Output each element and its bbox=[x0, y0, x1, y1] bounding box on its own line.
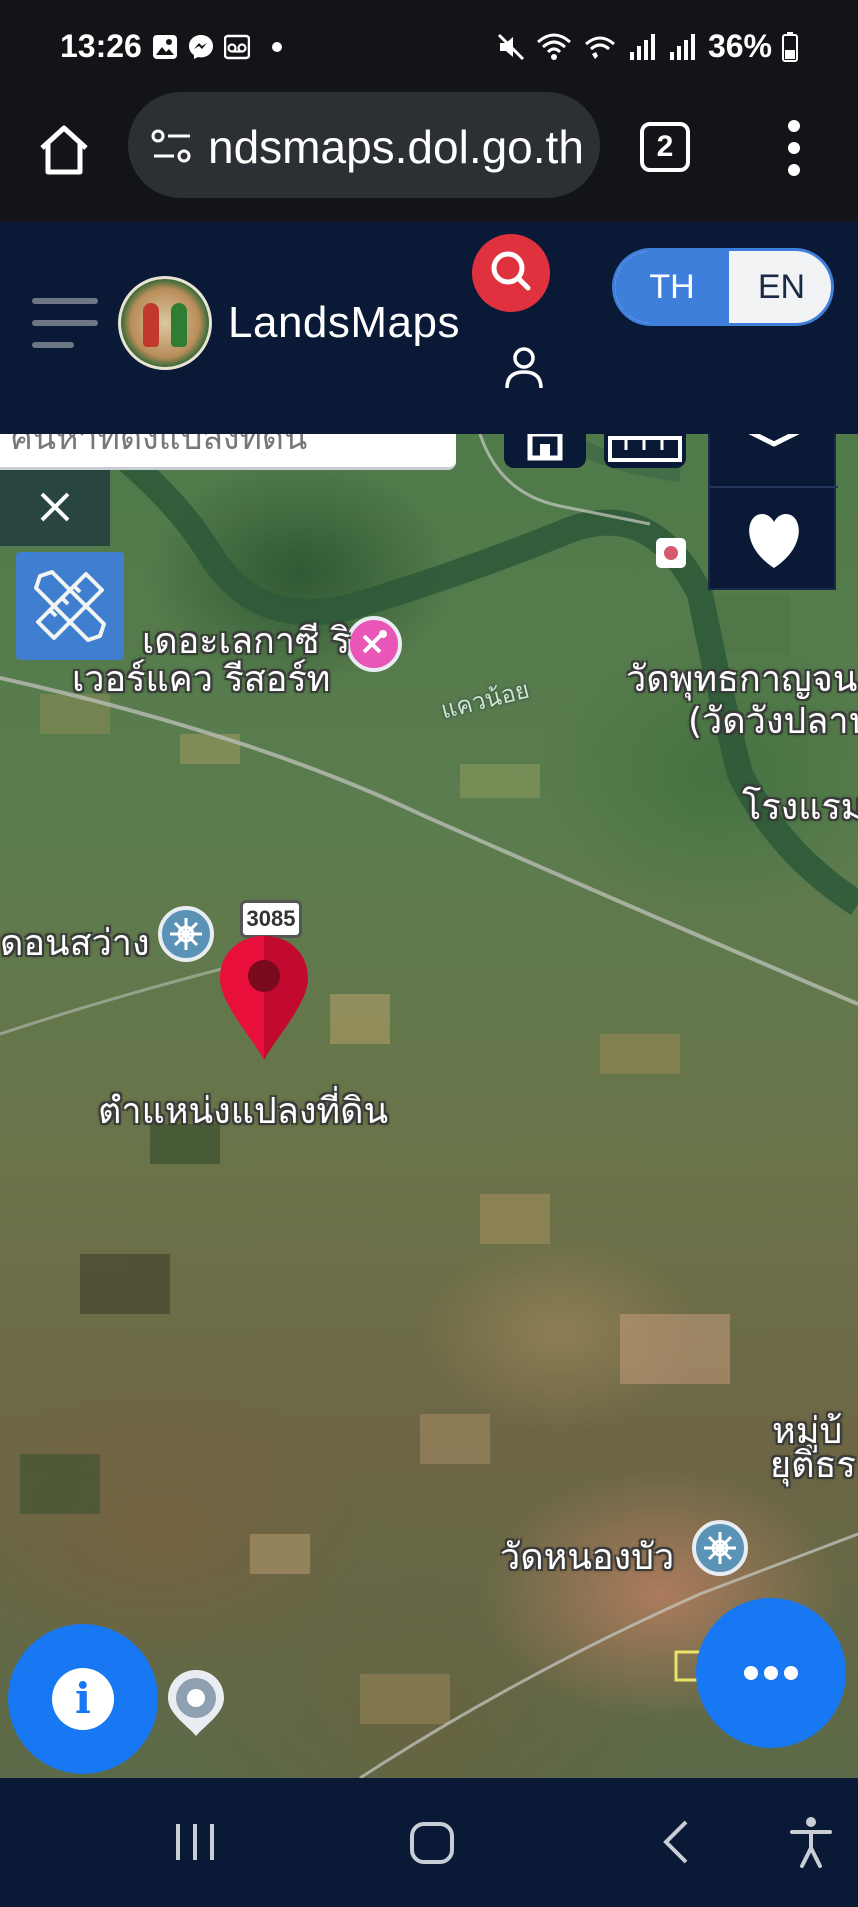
ruler-tool-button[interactable] bbox=[604, 434, 686, 468]
wifi-icon bbox=[536, 33, 571, 60]
favorites-button[interactable] bbox=[710, 488, 838, 590]
lang-th-option[interactable]: TH bbox=[615, 251, 729, 323]
parcel-location-label: ตำแหน่งแปลงที่ดิน bbox=[98, 1091, 389, 1132]
site-header: LandsMaps TH EN bbox=[0, 222, 858, 434]
back-nav-icon[interactable] bbox=[656, 1812, 696, 1872]
system-nav-bar bbox=[0, 1778, 858, 1907]
more-dot bbox=[744, 1666, 758, 1680]
status-system-icons: 36% bbox=[496, 28, 798, 65]
brand-title[interactable]: LandsMaps bbox=[228, 298, 460, 348]
battery-icon bbox=[782, 31, 798, 62]
building-layer-button[interactable] bbox=[504, 434, 586, 468]
more-dot bbox=[764, 1666, 778, 1680]
more-options-button[interactable] bbox=[696, 1598, 846, 1748]
dol-seal-logo[interactable] bbox=[118, 276, 212, 370]
village-moo-label-line2: ยุติธร bbox=[770, 1445, 856, 1486]
signal-icon-2 bbox=[669, 33, 695, 60]
parcel-search-input[interactable]: ค้นหาที่ตั้งแปลงที่ดิน bbox=[0, 434, 456, 470]
status-time: 13:26 bbox=[60, 28, 142, 64]
village-label: ดอนสว่าง bbox=[0, 923, 150, 964]
voicemail-icon bbox=[224, 34, 250, 60]
temple-s-label: วัดหนองบัว bbox=[500, 1537, 675, 1578]
menu-dot bbox=[788, 164, 800, 176]
mute-icon bbox=[497, 33, 525, 60]
messenger-icon bbox=[189, 35, 213, 59]
temple-s-poi-icon[interactable] bbox=[692, 1520, 748, 1576]
browser-menu-button[interactable] bbox=[776, 120, 812, 176]
poi-marker-icon[interactable] bbox=[166, 1668, 226, 1738]
temple-poi-icon[interactable] bbox=[158, 906, 214, 962]
search-icon bbox=[491, 251, 531, 291]
gallery-icon bbox=[153, 35, 177, 59]
more-dot bbox=[784, 1666, 798, 1680]
menu-dot bbox=[788, 120, 800, 132]
layers-button[interactable] bbox=[710, 434, 838, 486]
browser-toolbar: ndsmaps.dol.go.th 2 bbox=[0, 92, 858, 222]
ruler-icon bbox=[608, 436, 682, 462]
satellite-map[interactable]: ค้นหาที่ตั้งแปลงที่ดิน เดอะเลกาซี ริ เวอ… bbox=[0, 434, 858, 1778]
temple-ne-label-line2: (วัดวังปลาน bbox=[688, 701, 858, 742]
status-bar: 13:26 36% bbox=[0, 0, 858, 92]
close-panel-button[interactable] bbox=[0, 470, 110, 546]
measure-tool-button[interactable] bbox=[16, 552, 124, 660]
user-icon[interactable] bbox=[504, 346, 544, 390]
home-icon[interactable] bbox=[36, 122, 92, 178]
resort-poi-icon[interactable] bbox=[346, 616, 402, 672]
lang-en-option[interactable]: EN bbox=[729, 251, 831, 323]
home-nav-icon[interactable] bbox=[408, 1812, 456, 1872]
search-input-text: ค้นหาที่ตั้งแปลงที่ดิน bbox=[10, 434, 308, 457]
hotel-label: โรงแรม bbox=[742, 787, 858, 828]
status-notification-icons bbox=[152, 34, 282, 60]
info-icon: i bbox=[52, 1668, 114, 1730]
search-button[interactable] bbox=[472, 234, 550, 312]
url-text: ndsmaps.dol.go.th bbox=[208, 121, 584, 173]
battery-percent: 36% bbox=[707, 28, 772, 64]
heart-icon bbox=[749, 514, 799, 568]
tab-switcher-button[interactable]: 2 bbox=[640, 122, 690, 172]
language-toggle[interactable]: TH EN bbox=[612, 248, 834, 326]
building-icon bbox=[527, 434, 563, 461]
menu-dot bbox=[788, 142, 800, 154]
close-icon bbox=[40, 492, 70, 522]
wifi-calling-icon bbox=[584, 36, 615, 59]
address-bar[interactable]: ndsmaps.dol.go.th bbox=[128, 92, 600, 198]
accessibility-icon[interactable] bbox=[786, 1812, 836, 1872]
ruler-pencil-icon bbox=[34, 570, 106, 642]
recent-apps-icon[interactable] bbox=[170, 1812, 220, 1872]
site-settings-icon[interactable] bbox=[150, 128, 194, 164]
signal-icon bbox=[629, 33, 655, 60]
notification-dot bbox=[272, 42, 282, 52]
map-tools-panel bbox=[708, 434, 838, 590]
resort-label-line2: เวอร์แคว รีสอร์ท bbox=[72, 659, 331, 700]
parcel-location-pin-icon[interactable] bbox=[216, 932, 312, 1064]
info-button[interactable]: i bbox=[8, 1624, 158, 1774]
hamburger-menu-button[interactable] bbox=[32, 298, 98, 350]
layers-icon bbox=[748, 434, 800, 447]
